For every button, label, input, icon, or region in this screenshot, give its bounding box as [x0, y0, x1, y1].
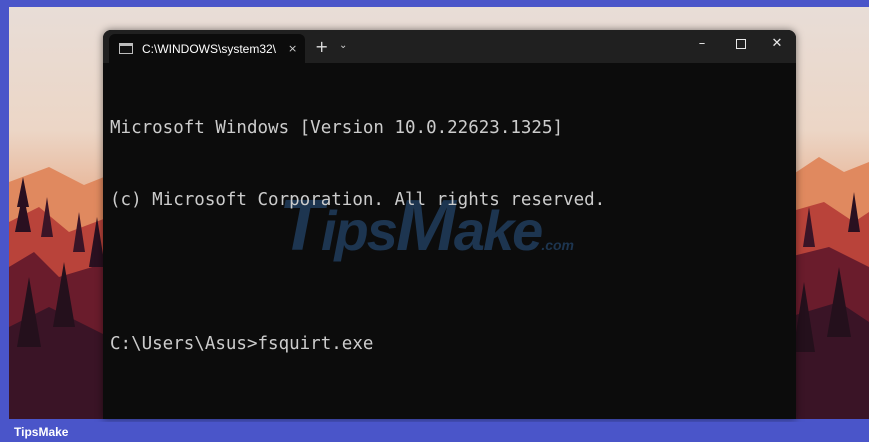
tab-title: C:\WINDOWS\system32\: [142, 41, 277, 56]
console-output[interactable]: Microsoft Windows [Version 10.0.22623.13…: [110, 68, 790, 404]
new-tab-button[interactable]: +: [315, 37, 328, 56]
title-bar[interactable]: C:\WINDOWS\system32\ × + ⌄ – ✕: [103, 30, 796, 63]
console-prompt-line[interactable]: C:\Users\Asus>fsquirt.exe: [110, 332, 790, 356]
console-line: Microsoft Windows [Version 10.0.22623.13…: [110, 118, 564, 138]
close-button[interactable]: ✕: [767, 36, 787, 51]
footer-bar: TipsMake: [0, 422, 869, 442]
tab-close-icon[interactable]: ×: [288, 42, 297, 55]
chevron-down-icon[interactable]: ⌄: [339, 40, 347, 51]
maximize-icon: [736, 39, 746, 49]
console-line: (c) Microsoft Corporation. All rights re…: [110, 190, 606, 210]
tab-command-prompt[interactable]: C:\WINDOWS\system32\ ×: [109, 34, 305, 63]
maximize-button[interactable]: [731, 35, 751, 49]
screenshot-frame: C:\WINDOWS\system32\ × + ⌄ – ✕ TipsMake.…: [0, 0, 869, 442]
terminal-window[interactable]: C:\WINDOWS\system32\ × + ⌄ – ✕ TipsMake.…: [103, 30, 796, 419]
terminal-icon: [119, 43, 133, 54]
footer-brand-label: TipsMake: [14, 425, 69, 439]
minimize-button[interactable]: –: [692, 36, 712, 51]
